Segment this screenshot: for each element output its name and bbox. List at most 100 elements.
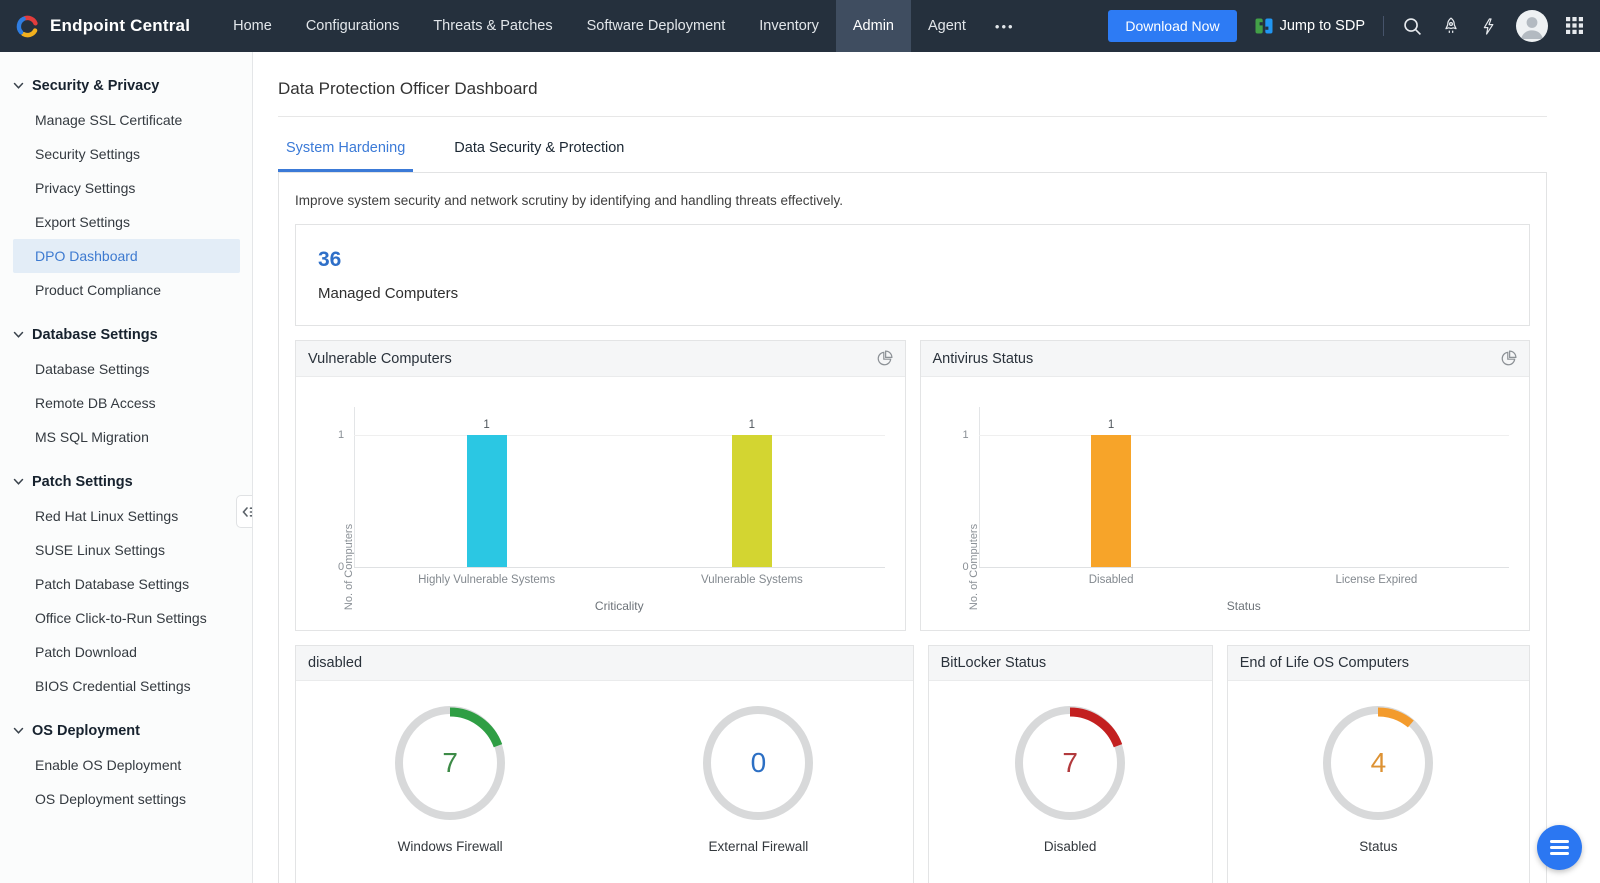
sidebar-collapse-toggle[interactable] xyxy=(236,495,253,528)
user-avatar[interactable] xyxy=(1516,10,1548,42)
whats-new-rocket-icon[interactable] xyxy=(1441,16,1461,36)
vulnerable-computers-chart: No. of Computers1011Highly Vulnerable Sy… xyxy=(296,435,905,690)
sidebar-item-patch-download[interactable]: Patch Download xyxy=(0,635,252,669)
tab-data-security-protection[interactable]: Data Security & Protection xyxy=(446,140,632,172)
navbar-divider xyxy=(1383,16,1384,36)
end-of-life-donut: 4 Status xyxy=(1228,681,1529,854)
sidebar-item-red-hat-linux-settings[interactable]: Red Hat Linux Settings xyxy=(0,499,252,533)
sidebar-item-security-settings[interactable]: Security Settings xyxy=(0,137,252,171)
donut-external-firewall: 0 External Firewall xyxy=(699,702,817,854)
section-label: OS Deployment xyxy=(32,723,140,739)
bar-value-label: 1 xyxy=(749,419,755,431)
sidebar-item-manage-ssl-certificate[interactable]: Manage SSL Certificate xyxy=(0,103,252,137)
x-category-license-expired: License Expired xyxy=(1244,574,1509,586)
sidebar-section-database-settings[interactable]: Database Settings xyxy=(0,307,252,352)
pie-chart-toggle-icon[interactable] xyxy=(1500,350,1517,367)
x-axis-title: Status xyxy=(979,599,1510,613)
donut-value[interactable]: 7 xyxy=(1011,702,1129,824)
sidebar-item-export-settings[interactable]: Export Settings xyxy=(0,205,252,239)
nav-item-agent[interactable]: Agent xyxy=(911,0,983,52)
donut-label: Status xyxy=(1359,839,1397,854)
chevron-down-icon xyxy=(13,82,24,90)
y-tick: 1 xyxy=(338,429,344,441)
tab-system-hardening[interactable]: System Hardening xyxy=(278,140,413,172)
floating-menu-button[interactable] xyxy=(1537,825,1582,870)
sidebar-item-dpo-dashboard[interactable]: DPO Dashboard xyxy=(13,239,240,273)
bar-vulnerable-systems[interactable] xyxy=(732,435,772,567)
pie-chart-toggle-icon[interactable] xyxy=(876,350,893,367)
donut-value[interactable]: 0 xyxy=(699,702,817,824)
donut-disabled: 7 Disabled xyxy=(1011,702,1129,854)
title-divider xyxy=(278,116,1547,117)
nav-item-inventory[interactable]: Inventory xyxy=(742,0,836,52)
section-label: Patch Settings xyxy=(32,474,133,490)
sidebar-item-ms-sql-migration[interactable]: MS SQL Migration xyxy=(0,420,252,454)
chevron-down-icon xyxy=(13,331,24,339)
sidebar-item-privacy-settings[interactable]: Privacy Settings xyxy=(0,171,252,205)
antivirus-status-card: Antivirus Status No. of Computers101Disa… xyxy=(920,340,1531,631)
chevron-down-icon xyxy=(13,478,24,486)
donut-label: Disabled xyxy=(1044,839,1097,854)
managed-computers-label: Managed Computers xyxy=(318,285,1507,302)
sidebar-item-product-compliance[interactable]: Product Compliance xyxy=(0,273,252,307)
donut-label: Windows Firewall xyxy=(398,839,503,854)
dashboard-tabs: System Hardening Data Security & Protecti… xyxy=(278,140,1547,172)
brand-logo-icon xyxy=(14,13,41,40)
quick-actions-bolt-icon[interactable] xyxy=(1479,17,1498,36)
nav-item-threats-patches[interactable]: Threats & Patches xyxy=(416,0,569,52)
nav-item-software-deployment[interactable]: Software Deployment xyxy=(570,0,743,52)
bar-highly-vulnerable-systems[interactable] xyxy=(467,435,507,567)
sidebar-section-patch-settings[interactable]: Patch Settings xyxy=(0,454,252,499)
section-label: Database Settings xyxy=(32,327,158,343)
download-now-button[interactable]: Download Now xyxy=(1108,10,1236,42)
sdp-logo-icon xyxy=(1255,17,1273,35)
managed-computers-card: 36 Managed Computers xyxy=(295,224,1530,326)
sidebar-item-bios-credential-settings[interactable]: BIOS Credential Settings xyxy=(0,669,252,703)
x-category-highly-vulnerable-systems: Highly Vulnerable Systems xyxy=(354,574,619,586)
nav-item-home[interactable]: Home xyxy=(216,0,289,52)
sidebar-item-enable-os-deployment[interactable]: Enable OS Deployment xyxy=(0,748,252,782)
vulnerable-computers-card: Vulnerable Computers No. of Computers101… xyxy=(295,340,906,631)
jump-to-sdp[interactable]: Jump to SDP xyxy=(1255,17,1365,35)
nav-item-admin[interactable]: Admin xyxy=(836,0,911,52)
managed-computers-count[interactable]: 36 xyxy=(318,248,1507,272)
x-axis-title: Criticality xyxy=(354,599,885,613)
bar-value-label: 1 xyxy=(1108,419,1114,431)
apps-grid-icon[interactable] xyxy=(1566,17,1584,35)
sidebar-item-database-settings[interactable]: Database Settings xyxy=(0,352,252,386)
search-icon[interactable] xyxy=(1402,16,1423,37)
section-label: Security & Privacy xyxy=(32,78,159,94)
x-category-vulnerable-systems: Vulnerable Systems xyxy=(619,574,884,586)
sidebar-item-patch-database-settings[interactable]: Patch Database Settings xyxy=(0,567,252,601)
top-navbar: Endpoint Central HomeConfigurationsThrea… xyxy=(0,0,1600,52)
jump-to-sdp-label: Jump to SDP xyxy=(1280,18,1365,34)
main-nav-menu: HomeConfigurationsThreats & PatchesSoftw… xyxy=(216,0,1026,52)
x-category-disabled: Disabled xyxy=(979,574,1244,586)
chevron-down-icon xyxy=(13,727,24,735)
brand-name: Endpoint Central xyxy=(50,16,190,36)
sidebar-section-os-deployment[interactable]: OS Deployment xyxy=(0,703,252,748)
y-tick: 1 xyxy=(963,429,969,441)
plot-area: 1011 xyxy=(354,435,885,568)
sidebar-item-os-deployment-settings[interactable]: OS Deployment settings xyxy=(0,782,252,816)
donut-value[interactable]: 7 xyxy=(391,702,509,824)
y-tick: 0 xyxy=(338,561,344,573)
donut-value[interactable]: 4 xyxy=(1319,702,1437,824)
sidebar-item-remote-db-access[interactable]: Remote DB Access xyxy=(0,386,252,420)
donut-status: 4 Status xyxy=(1319,702,1437,854)
nav-more-ellipsis[interactable]: ••• xyxy=(983,0,1027,52)
panel-description: Improve system security and network scru… xyxy=(295,193,1530,208)
brand[interactable]: Endpoint Central xyxy=(14,13,190,40)
system-hardening-panel: Improve system security and network scru… xyxy=(278,172,1547,883)
sidebar-item-office-click-to-run-settings[interactable]: Office Click-to-Run Settings xyxy=(0,601,252,635)
sidebar-item-suse-linux-settings[interactable]: SUSE Linux Settings xyxy=(0,533,252,567)
plot-area: 101 xyxy=(979,435,1510,568)
page-title: Data Protection Officer Dashboard xyxy=(278,79,1547,99)
bar-value-label: 1 xyxy=(483,419,489,431)
antivirus-status-chart: No. of Computers101DisabledLicense Expir… xyxy=(921,435,1530,690)
donut-label: External Firewall xyxy=(709,839,809,854)
sidebar-section-security-privacy[interactable]: Security & Privacy xyxy=(0,58,252,103)
firewall-donuts: 7 Windows Firewall 0 External Firewall xyxy=(296,681,913,854)
bar-disabled[interactable] xyxy=(1091,435,1131,567)
nav-item-configurations[interactable]: Configurations xyxy=(289,0,417,52)
